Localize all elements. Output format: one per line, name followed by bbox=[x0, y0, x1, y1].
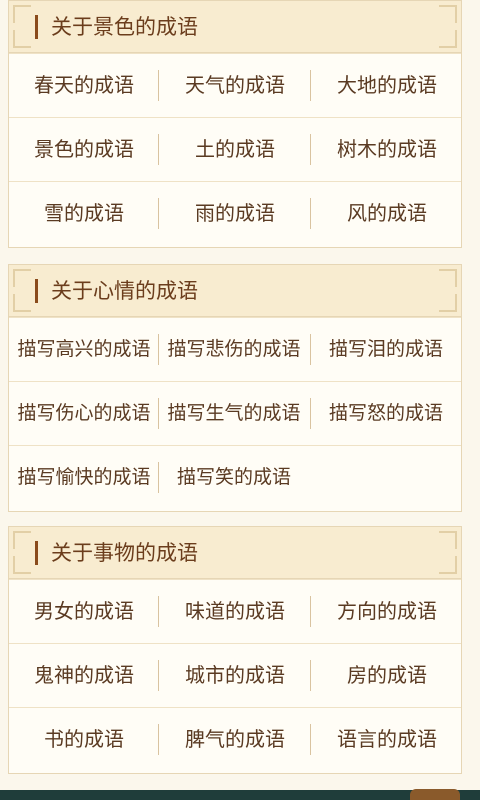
idiom-category-link[interactable]: 雪的成语 bbox=[9, 182, 159, 245]
idiom-category-link[interactable]: 大地的成语 bbox=[311, 54, 463, 117]
grid-row: 春天的成语 天气的成语 大地的成语 bbox=[9, 53, 461, 117]
corner-ornament bbox=[13, 531, 31, 549]
corner-ornament bbox=[439, 30, 457, 48]
corner-ornament bbox=[13, 5, 31, 23]
grid-row: 男女的成语 味道的成语 方向的成语 bbox=[9, 579, 461, 643]
grid-row: 景色的成语 土的成语 树木的成语 bbox=[9, 117, 461, 181]
idiom-category-link[interactable]: 描写生气的成语 bbox=[159, 382, 309, 445]
idiom-category-link[interactable]: 描写高兴的成语 bbox=[9, 318, 159, 381]
idiom-category-link[interactable]: 描写怒的成语 bbox=[309, 382, 463, 445]
section-title: 关于景色的成语 bbox=[51, 15, 198, 39]
idiom-category-link[interactable]: 房的成语 bbox=[311, 644, 463, 707]
idiom-category-link[interactable]: 脾气的成语 bbox=[159, 708, 311, 771]
idiom-category-link[interactable]: 风的成语 bbox=[311, 182, 463, 245]
idiom-category-link[interactable]: 树木的成语 bbox=[311, 118, 463, 181]
section-mood: 关于心情的成语 描写高兴的成语 描写悲伤的成语 描写泪的成语 描写伤心的成语 描… bbox=[8, 264, 462, 512]
section-header: 关于景色的成语 bbox=[9, 1, 461, 53]
corner-ornament bbox=[439, 556, 457, 574]
idiom-category-link[interactable]: 语言的成语 bbox=[311, 708, 463, 771]
section-header: 关于心情的成语 bbox=[9, 265, 461, 317]
bottom-bar bbox=[0, 790, 480, 800]
grid-row: 雪的成语 雨的成语 风的成语 bbox=[9, 181, 461, 245]
idiom-category-link[interactable]: 鬼神的成语 bbox=[9, 644, 159, 707]
section-scenery: 关于景色的成语 春天的成语 天气的成语 大地的成语 景色的成语 土的成语 树木的… bbox=[8, 0, 462, 248]
idiom-category-link[interactable]: 春天的成语 bbox=[9, 54, 159, 117]
bottom-action-button[interactable] bbox=[410, 789, 460, 800]
idiom-category-link[interactable]: 土的成语 bbox=[159, 118, 311, 181]
idiom-category-link[interactable]: 雨的成语 bbox=[159, 182, 311, 245]
section-title: 关于心情的成语 bbox=[51, 279, 198, 303]
grid-row: 书的成语 脾气的成语 语言的成语 bbox=[9, 707, 461, 771]
idiom-category-link[interactable]: 描写悲伤的成语 bbox=[159, 318, 309, 381]
title-accent-bar bbox=[35, 541, 38, 565]
section-header: 关于事物的成语 bbox=[9, 527, 461, 579]
idiom-category-link[interactable]: 天气的成语 bbox=[159, 54, 311, 117]
idiom-category-link[interactable]: 味道的成语 bbox=[159, 580, 311, 643]
corner-ornament bbox=[13, 556, 31, 574]
idiom-category-link[interactable]: 书的成语 bbox=[9, 708, 159, 771]
section-title: 关于事物的成语 bbox=[51, 541, 198, 565]
corner-ornament bbox=[439, 5, 457, 23]
corner-ornament bbox=[439, 531, 457, 549]
idiom-category-link[interactable]: 描写伤心的成语 bbox=[9, 382, 159, 445]
idiom-category-link[interactable]: 方向的成语 bbox=[311, 580, 463, 643]
idiom-category-link[interactable]: 景色的成语 bbox=[9, 118, 159, 181]
grid-row: 描写伤心的成语 描写生气的成语 描写怒的成语 bbox=[9, 381, 461, 445]
idiom-category-link[interactable]: 描写愉快的成语 bbox=[9, 446, 159, 509]
grid-row: 描写高兴的成语 描写悲伤的成语 描写泪的成语 bbox=[9, 317, 461, 381]
title-accent-bar bbox=[35, 279, 38, 303]
corner-ornament bbox=[439, 269, 457, 287]
idiom-category-link[interactable]: 男女的成语 bbox=[9, 580, 159, 643]
grid-row: 鬼神的成语 城市的成语 房的成语 bbox=[9, 643, 461, 707]
idiom-category-link[interactable]: 描写笑的成语 bbox=[159, 446, 309, 509]
title-accent-bar bbox=[35, 15, 38, 39]
corner-ornament bbox=[13, 30, 31, 48]
idiom-category-link[interactable]: 城市的成语 bbox=[159, 644, 311, 707]
corner-ornament bbox=[13, 294, 31, 312]
section-things: 关于事物的成语 男女的成语 味道的成语 方向的成语 鬼神的成语 城市的成语 房的… bbox=[8, 526, 462, 774]
grid-row: 描写愉快的成语 描写笑的成语 bbox=[9, 445, 461, 509]
corner-ornament bbox=[439, 294, 457, 312]
idiom-category-link[interactable]: 描写泪的成语 bbox=[309, 318, 463, 381]
corner-ornament bbox=[13, 269, 31, 287]
